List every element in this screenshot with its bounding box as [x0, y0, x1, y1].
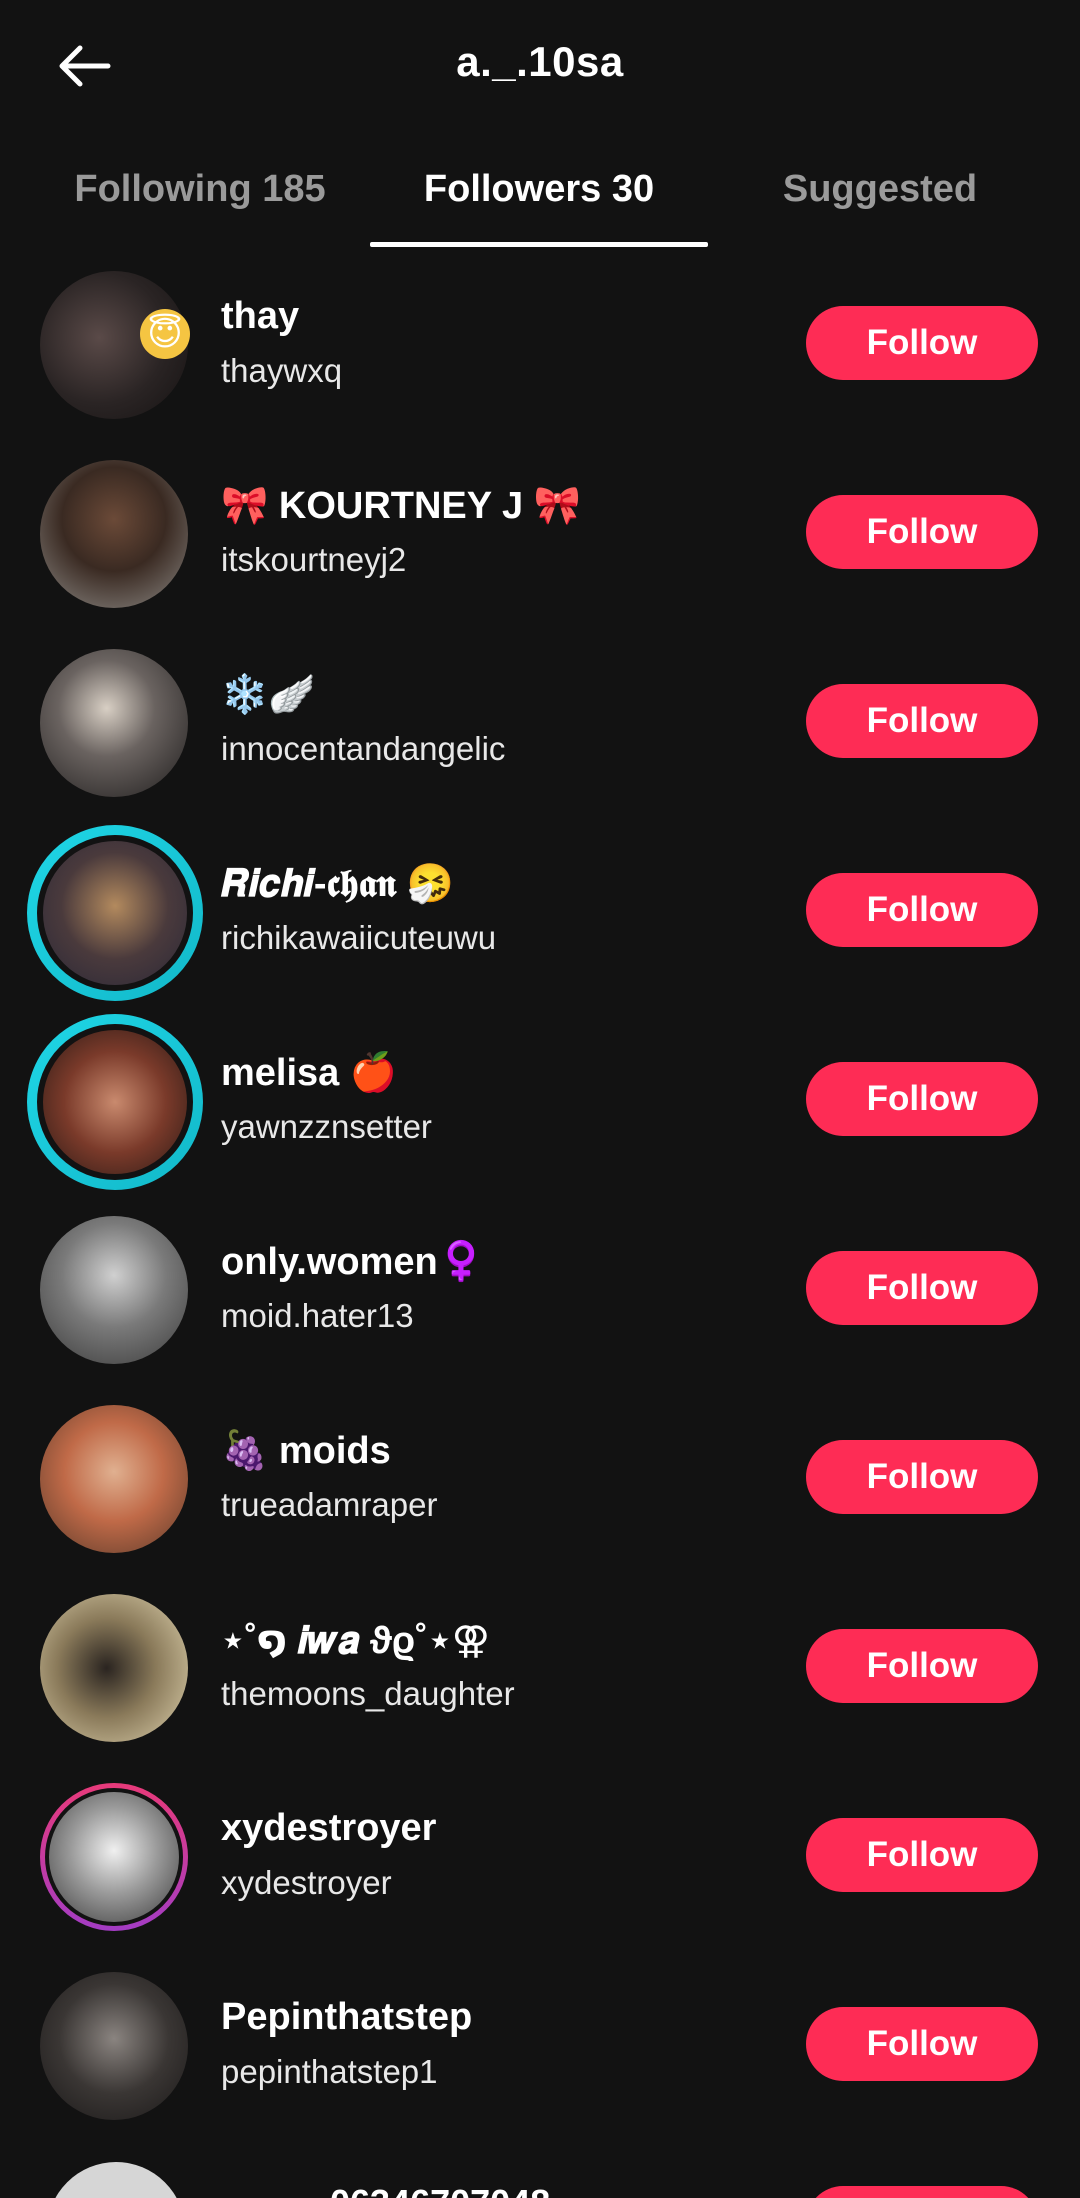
- list-item[interactable]: Pepinthatstep pepinthatstep1 Follow: [0, 1951, 1080, 2140]
- follow-button[interactable]: Follow: [806, 1440, 1038, 1514]
- tab-following[interactable]: Following 185: [60, 168, 340, 250]
- list-item[interactable]: 🍇 moids trueadamraper Follow: [0, 1384, 1080, 1573]
- display-name: ...06346707048: [300, 2182, 550, 2198]
- list-item[interactable]: melisa 🍎 yawnzznsetter Follow: [0, 1006, 1080, 1195]
- avatar: [45, 1788, 183, 1926]
- display-name: only.women♀️: [221, 1241, 486, 1283]
- username: richikawaiicuteuwu: [221, 919, 497, 956]
- display-name: melisa 🍎: [221, 1052, 398, 1094]
- avatar[interactable]: [40, 460, 188, 608]
- username: xydestroyer: [221, 1864, 392, 1901]
- display-name: xydestroyer: [221, 1807, 437, 1849]
- avatar-story-ring[interactable]: [27, 1014, 203, 1190]
- list-item-partial[interactable]: ...06346707048: [0, 2160, 1080, 2198]
- display-name: 🎀 KOURTNEY J 🎀: [221, 485, 581, 527]
- display-name: 🍇 moids: [221, 1430, 391, 1472]
- display-name: ❄️🪽: [221, 674, 316, 716]
- username: trueadamraper: [221, 1486, 438, 1523]
- follow-button[interactable]: Follow: [806, 1818, 1038, 1892]
- username: pepinthatstep1: [221, 2053, 438, 2090]
- avatar[interactable]: [40, 649, 188, 797]
- follow-button[interactable]: Follow: [806, 873, 1038, 947]
- list-item[interactable]: xydestroyer xydestroyer Follow: [0, 1762, 1080, 1951]
- avatar[interactable]: [47, 2162, 185, 2198]
- list-item[interactable]: 😇 thay thaywxq Follow: [0, 250, 1080, 439]
- username: thaywxq: [221, 352, 343, 389]
- display-name: ⋆˚໑ 𝒊𝒘𝒂 ϑϱ˚⋆⚢: [221, 1620, 490, 1662]
- username: moid.hater13: [221, 1297, 414, 1334]
- tab-followers[interactable]: Followers 30: [370, 168, 708, 250]
- follow-button[interactable]: Follow: [806, 2007, 1038, 2081]
- display-name: 𝑹𝒊𝒄𝒉𝒊-𝖈𝖍𝖆𝖓 🤧: [221, 863, 455, 905]
- follow-button[interactable]: Follow: [806, 1062, 1038, 1136]
- list-item[interactable]: ❄️🪽 innocentandangelic Follow: [0, 628, 1080, 817]
- avatar[interactable]: [40, 1594, 188, 1742]
- avatar[interactable]: [40, 1405, 188, 1553]
- avatar[interactable]: [40, 1972, 188, 2120]
- username: innocentandangelic: [221, 730, 506, 767]
- list-item[interactable]: 🎀 KOURTNEY J 🎀 itskourtneyj2 Follow: [0, 439, 1080, 628]
- display-name: thay: [221, 295, 300, 337]
- list-item[interactable]: 𝑹𝒊𝒄𝒉𝒊-𝖈𝖍𝖆𝖓 🤧 richikawaiicuteuwu Follow: [0, 817, 1080, 1006]
- username: itskourtneyj2: [221, 541, 407, 578]
- follow-button[interactable]: Follow: [806, 306, 1038, 380]
- avatar[interactable]: [40, 1216, 188, 1364]
- username: yawnzznsetter: [221, 1108, 432, 1145]
- avatar[interactable]: 😇: [40, 271, 190, 419]
- username: themoons_daughter: [221, 1675, 515, 1712]
- display-name: Pepinthatstep: [221, 1996, 473, 2038]
- halo-emoji-icon: 😇: [140, 309, 190, 359]
- avatar: [37, 835, 193, 991]
- follow-button[interactable]: [806, 2186, 1038, 2198]
- follow-button[interactable]: Follow: [806, 684, 1038, 758]
- top-bar: a._.10sa: [0, 0, 1080, 130]
- follow-button[interactable]: Follow: [806, 1629, 1038, 1703]
- avatar: [37, 1024, 193, 1180]
- list-item[interactable]: ⋆˚໑ 𝒊𝒘𝒂 ϑϱ˚⋆⚢ themoons_daughter Follow: [0, 1573, 1080, 1762]
- active-tab-indicator: [370, 242, 708, 247]
- list-item[interactable]: only.women♀️ moid.hater13 Follow: [0, 1195, 1080, 1384]
- follow-button[interactable]: Follow: [806, 1251, 1038, 1325]
- avatar-story-ring[interactable]: [27, 825, 203, 1001]
- follow-button[interactable]: Follow: [806, 495, 1038, 569]
- page-title: a._.10sa: [456, 38, 624, 85]
- tab-bar: Following 185 Followers 30 Suggested: [0, 150, 1080, 250]
- tab-suggested[interactable]: Suggested: [760, 168, 1000, 250]
- avatar-ring[interactable]: [40, 1783, 188, 1931]
